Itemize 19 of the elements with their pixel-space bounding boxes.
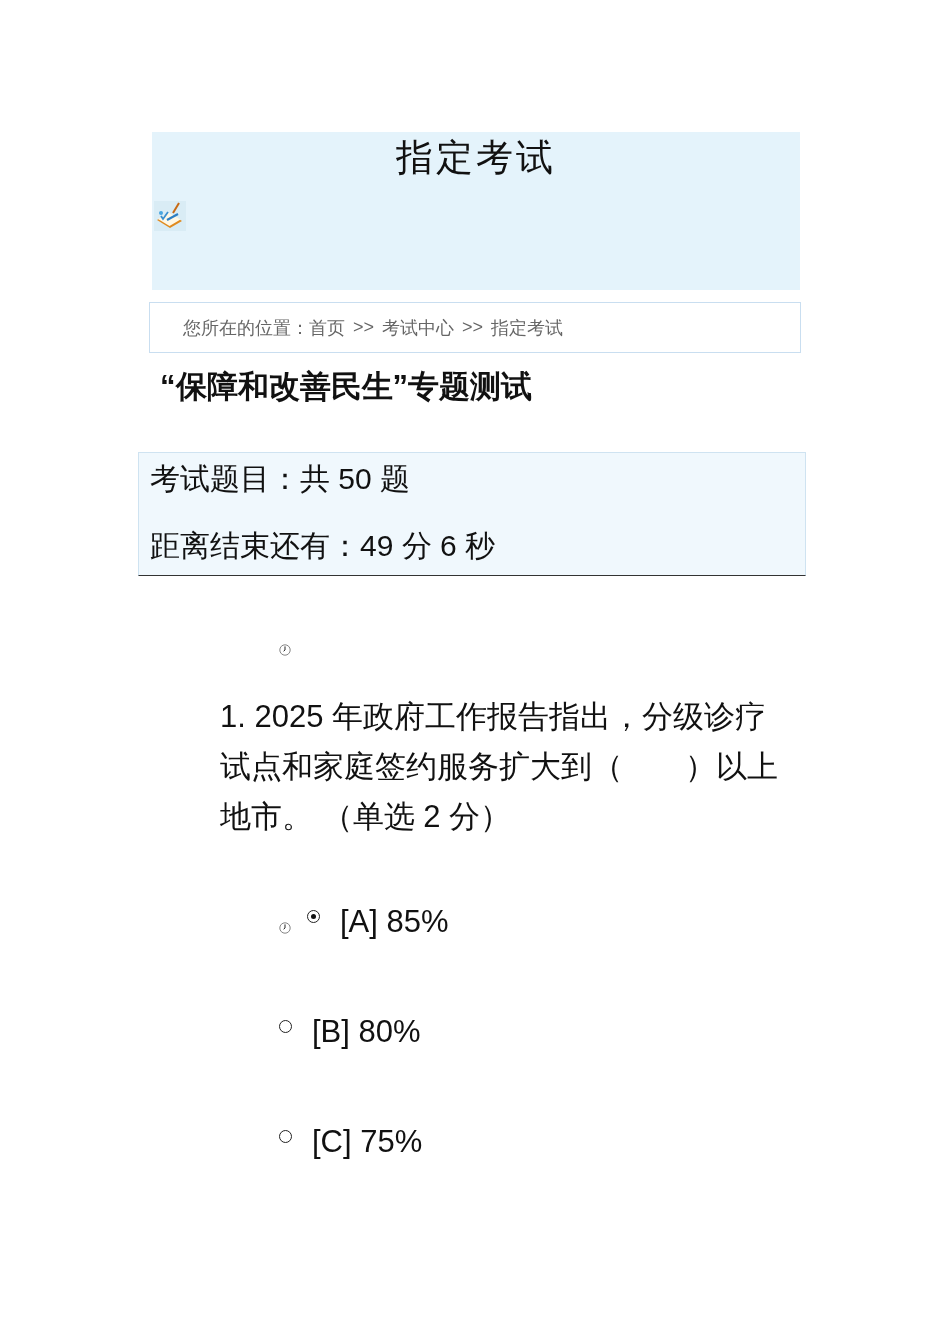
breadcrumb-link[interactable]: 指定考试 [491,315,564,340]
location-label: 您所在的位置： [183,316,309,340]
radio-button[interactable] [279,1019,292,1033]
clock-icon [279,644,291,656]
breadcrumb-separator: >> [353,317,375,338]
breadcrumb-link[interactable]: 考试中心 [382,315,455,340]
clock-icon [279,922,291,934]
time-remaining: 距离结束还有：49 分 6 秒 [150,529,497,563]
exam-title: “保障和改善民生”专题测试 [160,368,532,406]
page-title: 指定考试 [396,135,556,181]
option-label: [A] 85% [340,903,449,941]
radio-button[interactable] [307,909,320,923]
radio-button[interactable] [279,1129,292,1143]
option-label: [B] 80% [312,1013,421,1051]
option-label: [C] 75% [312,1123,423,1161]
question-text: 1. 2025 年政府工作报告指出，分级诊疗试点和家庭签约服务扩大到（ ）以上地市。 （单选 2 分） [220,698,779,836]
breadcrumb-separator: >> [462,317,484,338]
question-count: 考试题目：共 50 题 [150,462,412,496]
breadcrumb-link[interactable]: 首页 [309,315,345,340]
